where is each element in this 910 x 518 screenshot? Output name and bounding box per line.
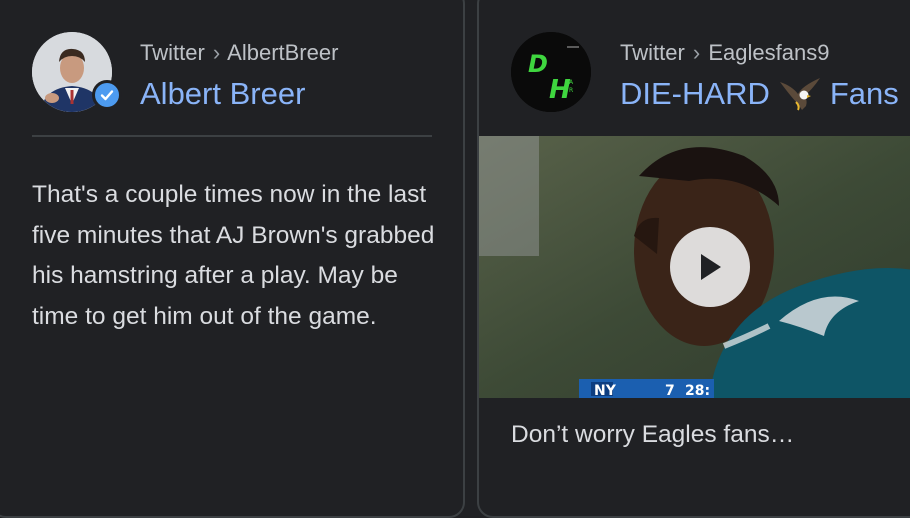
breadcrumb-separator: › bbox=[692, 40, 701, 65]
video-thumbnail[interactable]: NY 7 28: bbox=[479, 136, 910, 398]
svg-text:R: R bbox=[569, 87, 573, 94]
svg-text:D: D bbox=[528, 50, 548, 78]
author-name-link[interactable]: DIE-HARD Fans bbox=[620, 76, 899, 112]
breadcrumb-separator: › bbox=[212, 40, 221, 65]
tweet-card-albertbreer[interactable]: Twitter › AlbertBreer Albert Breer That'… bbox=[0, 0, 465, 518]
source-handle: Eaglesfans9 bbox=[708, 40, 830, 65]
play-icon bbox=[701, 254, 721, 280]
scoreboard-team: NY bbox=[594, 383, 617, 398]
source-breadcrumb: Twitter › AlbertBreer bbox=[140, 40, 338, 66]
tweet-header: D H A R Twitter › Eaglesfans9 DIE-HARD F… bbox=[479, 0, 910, 112]
avatar[interactable]: D H A R bbox=[511, 32, 591, 112]
source-breadcrumb: Twitter › Eaglesfans9 bbox=[620, 40, 829, 66]
tweet-text: That's a couple times now in the last fi… bbox=[32, 181, 435, 330]
eagle-emoji-icon bbox=[778, 76, 822, 112]
scoreboard-score: 7 bbox=[665, 383, 675, 398]
tweet-card-eaglesfans9[interactable]: D H A R Twitter › Eaglesfans9 DIE-HARD F… bbox=[477, 0, 910, 518]
author-name-part1: DIE-HARD bbox=[620, 76, 770, 111]
divider bbox=[32, 135, 432, 137]
source-platform: Twitter bbox=[140, 40, 205, 65]
verified-badge-icon bbox=[92, 80, 122, 110]
play-button[interactable] bbox=[670, 227, 750, 307]
source-handle: AlbertBreer bbox=[227, 40, 339, 65]
svg-text:H: H bbox=[549, 75, 571, 105]
source-platform: Twitter bbox=[620, 40, 685, 65]
author-name-part2: Fans bbox=[829, 76, 899, 111]
tweet-caption: Don’t worry Eagles fans… bbox=[511, 421, 795, 448]
tweet-header: Twitter › AlbertBreer Albert Breer bbox=[0, 0, 463, 112]
scoreboard-time: 28: bbox=[685, 383, 710, 398]
author-name-link[interactable]: Albert Breer bbox=[140, 76, 305, 112]
